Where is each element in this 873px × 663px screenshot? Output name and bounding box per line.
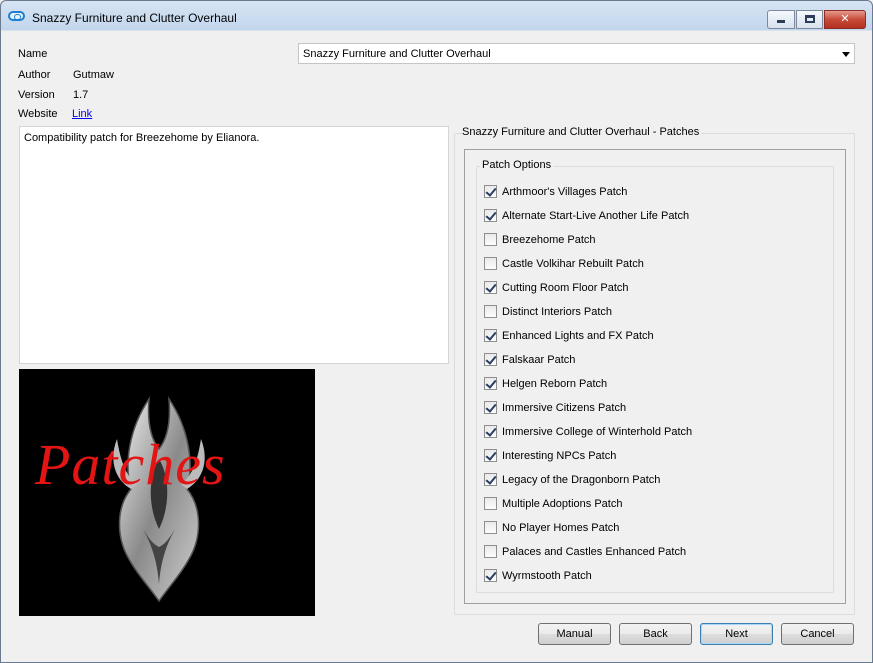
patch-checkbox[interactable] bbox=[484, 401, 497, 414]
patch-label: Immersive College of Winterhold Patch bbox=[502, 425, 693, 438]
cancel-button[interactable]: Cancel bbox=[781, 623, 854, 645]
patch-checkbox[interactable] bbox=[484, 521, 497, 534]
name-label: Name bbox=[18, 48, 48, 60]
patch-option[interactable]: Legacy of the Dragonborn Patch bbox=[484, 472, 660, 487]
patch-option[interactable]: Castle Volkihar Rebuilt Patch bbox=[484, 256, 644, 271]
patch-option[interactable]: Alternate Start-Live Another Life Patch bbox=[484, 208, 689, 223]
patch-option[interactable]: Interesting NPCs Patch bbox=[484, 448, 616, 463]
patch-option[interactable]: Breezehome Patch bbox=[484, 232, 596, 247]
manual-button[interactable]: Manual bbox=[538, 623, 611, 645]
patch-label: No Player Homes Patch bbox=[502, 521, 620, 534]
title-bar[interactable]: Snazzy Furniture and Clutter Overhaul ✕ bbox=[1, 1, 872, 31]
patch-label: Arthmoor's Villages Patch bbox=[502, 185, 628, 198]
description-text: Compatibility patch for Breezehome by El… bbox=[24, 132, 260, 144]
patch-label: Interesting NPCs Patch bbox=[502, 449, 617, 462]
patch-option[interactable]: Immersive Citizens Patch bbox=[484, 400, 626, 415]
preview-caption: Patches bbox=[35, 432, 226, 497]
patch-option[interactable]: Wyrmstooth Patch bbox=[484, 568, 592, 583]
patch-label: Palaces and Castles Enhanced Patch bbox=[502, 545, 687, 558]
website-link[interactable]: Link bbox=[72, 108, 92, 120]
patch-option[interactable]: Palaces and Castles Enhanced Patch bbox=[484, 544, 686, 559]
patch-checkbox[interactable] bbox=[484, 353, 497, 366]
minimize-button[interactable] bbox=[767, 10, 795, 29]
author-label: Author bbox=[18, 69, 51, 81]
description-box[interactable]: Compatibility patch for Breezehome by El… bbox=[19, 126, 449, 364]
author-value: Gutmaw bbox=[73, 69, 114, 81]
patches-group-title: Snazzy Furniture and Clutter Overhaul - … bbox=[462, 126, 702, 138]
patch-checkbox[interactable] bbox=[484, 425, 497, 438]
patch-label: Legacy of the Dragonborn Patch bbox=[502, 473, 661, 486]
version-value: 1.7 bbox=[73, 89, 89, 101]
dropdown-arrow-icon[interactable] bbox=[842, 52, 850, 57]
installer-window: Snazzy Furniture and Clutter Overhaul ✕ … bbox=[0, 0, 873, 663]
name-select[interactable]: Snazzy Furniture and Clutter Overhaul bbox=[298, 43, 855, 64]
minimize-icon bbox=[777, 20, 785, 23]
patch-label: Helgen Reborn Patch bbox=[502, 377, 608, 390]
patch-label: Alternate Start-Live Another Life Patch bbox=[502, 209, 690, 222]
patch-options-title: Patch Options bbox=[480, 159, 554, 171]
next-button[interactable]: Next bbox=[700, 623, 773, 645]
patch-checkbox[interactable] bbox=[484, 497, 497, 510]
patch-checkbox[interactable] bbox=[484, 377, 497, 390]
patch-checkbox[interactable] bbox=[484, 569, 497, 582]
version-label: Version bbox=[18, 89, 55, 101]
patch-checkbox[interactable] bbox=[484, 257, 497, 270]
maximize-button[interactable] bbox=[796, 10, 823, 29]
patch-label: Falskaar Patch bbox=[502, 353, 576, 366]
patch-label: Enhanced Lights and FX Patch bbox=[502, 329, 654, 342]
patch-option[interactable]: Multiple Adoptions Patch bbox=[484, 496, 622, 511]
close-button[interactable]: ✕ bbox=[824, 10, 866, 29]
maximize-icon bbox=[804, 15, 815, 23]
patch-checkbox[interactable] bbox=[484, 185, 497, 198]
patch-option[interactable]: Distinct Interiors Patch bbox=[484, 304, 612, 319]
app-icon bbox=[8, 11, 25, 21]
patch-label: Breezehome Patch bbox=[502, 233, 596, 246]
patch-option[interactable]: Helgen Reborn Patch bbox=[484, 376, 607, 391]
website-label: Website bbox=[18, 108, 58, 120]
window-title: Snazzy Furniture and Clutter Overhaul bbox=[32, 11, 237, 25]
patch-option[interactable]: Enhanced Lights and FX Patch bbox=[484, 328, 654, 343]
patch-label: Castle Volkihar Rebuilt Patch bbox=[502, 257, 644, 270]
patch-checkbox[interactable] bbox=[484, 473, 497, 486]
patch-checkbox[interactable] bbox=[484, 329, 497, 342]
patch-checkbox[interactable] bbox=[484, 545, 497, 558]
patch-label: Multiple Adoptions Patch bbox=[502, 497, 623, 510]
patch-checkbox[interactable] bbox=[484, 305, 497, 318]
patch-option[interactable]: Arthmoor's Villages Patch bbox=[484, 184, 627, 199]
patch-option[interactable]: No Player Homes Patch bbox=[484, 520, 619, 535]
name-select-value: Snazzy Furniture and Clutter Overhaul bbox=[303, 48, 491, 60]
patch-checkbox[interactable] bbox=[484, 281, 497, 294]
patch-label: Immersive Citizens Patch bbox=[502, 401, 627, 414]
patch-checkbox[interactable] bbox=[484, 209, 497, 222]
patch-option[interactable]: Cutting Room Floor Patch bbox=[484, 280, 629, 295]
patch-label: Distinct Interiors Patch bbox=[502, 305, 613, 318]
close-icon: ✕ bbox=[840, 13, 850, 25]
patch-option[interactable]: Immersive College of Winterhold Patch bbox=[484, 424, 692, 439]
patch-option[interactable]: Falskaar Patch bbox=[484, 352, 575, 367]
patch-label: Wyrmstooth Patch bbox=[502, 569, 592, 582]
patch-label: Cutting Room Floor Patch bbox=[502, 281, 629, 294]
patch-checkbox[interactable] bbox=[484, 233, 497, 246]
back-button[interactable]: Back bbox=[619, 623, 692, 645]
patch-checkbox[interactable] bbox=[484, 449, 497, 462]
